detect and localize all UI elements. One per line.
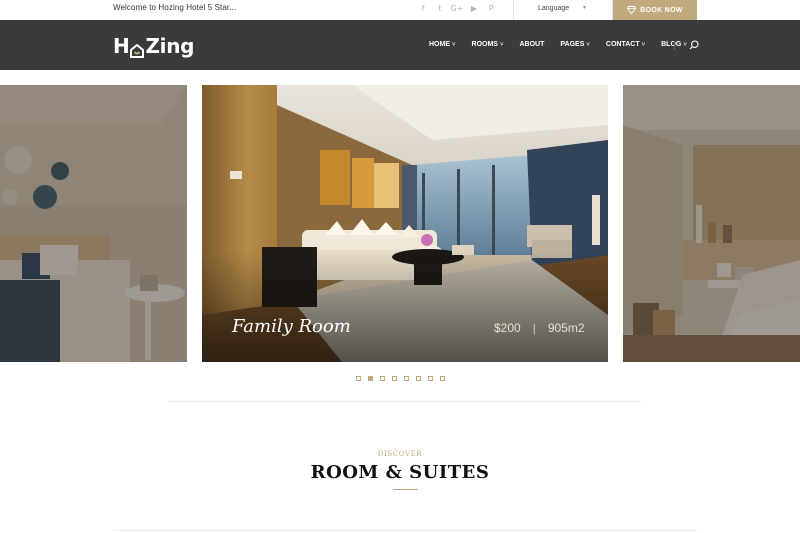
slider-pagination	[356, 376, 445, 381]
chevron-down-icon: ▾	[583, 5, 587, 11]
chevron-down-icon: ˅	[499, 42, 504, 48]
chevron-down-icon: ˅	[683, 42, 687, 48]
section-divider	[168, 401, 641, 402]
slider-dot[interactable]	[428, 376, 433, 381]
room-title[interactable]: Family Room	[232, 316, 351, 337]
room-meta: $200 | 905m2	[494, 321, 585, 335]
slider-dot[interactable]	[440, 376, 445, 381]
facebook-icon[interactable]: f	[418, 3, 428, 13]
slider-dot[interactable]	[404, 376, 409, 381]
heading-underline	[393, 489, 418, 490]
main-menu: HOME ˅ ROOMS ˅ ABOUT PAGES ˅ CONTACT ˅ BLOG ˅	[429, 41, 703, 48]
divider	[513, 0, 514, 20]
main-navbar: H Zing HOME ˅ ROOMS ˅ ABOUT PAGES ˅ CONTACT…	[0, 20, 800, 70]
logo[interactable]: H Zing	[113, 34, 194, 58]
book-now-label: BOOK NOW	[640, 6, 683, 14]
pinterest-icon[interactable]: P	[486, 3, 496, 13]
slider-dot-active[interactable]	[368, 376, 373, 381]
menu-item-about[interactable]: ABOUT	[519, 41, 544, 48]
welcome-text: Welcome to Hozing Hotel 5 Star...	[113, 3, 237, 12]
book-now-button[interactable]: BOOK NOW	[613, 0, 697, 20]
section-divider	[113, 530, 697, 531]
social-links: f t G+ ▶ P	[418, 3, 496, 13]
top-bar: Welcome to Hozing Hotel 5 Star... f t G+…	[0, 0, 800, 20]
menu-item-rooms[interactable]: ROOMS ˅	[472, 41, 504, 48]
menu-item-pages[interactable]: PAGES ˅	[560, 41, 590, 48]
youtube-icon[interactable]: ▶	[469, 3, 479, 13]
logo-text: Zing	[145, 34, 195, 58]
chevron-down-icon: ˅	[586, 42, 590, 48]
room-slide-previous[interactable]	[0, 85, 187, 362]
twitter-icon[interactable]: t	[435, 3, 445, 13]
room-slide-active[interactable]: Family Room $200 | 905m2	[202, 85, 608, 362]
room-price: $200	[494, 321, 521, 335]
menu-item-contact[interactable]: CONTACT ˅	[606, 41, 645, 48]
divider	[674, 41, 675, 50]
room-slide-next[interactable]	[623, 85, 800, 362]
room-photo	[0, 85, 187, 362]
logo-letter: H	[113, 34, 130, 58]
chevron-down-icon: ˅	[452, 42, 456, 48]
room-photo	[623, 85, 800, 362]
slider-dot[interactable]	[416, 376, 421, 381]
slider-dot[interactable]	[356, 376, 361, 381]
google-plus-icon[interactable]: G+	[451, 3, 464, 13]
diamond-icon	[627, 6, 637, 14]
slider-dot[interactable]	[392, 376, 397, 381]
house-icon	[130, 39, 145, 58]
section-eyebrow: DISCOVER	[377, 450, 423, 458]
room-size: 905m2	[547, 321, 585, 335]
meta-separator: |	[532, 321, 536, 335]
language-selector[interactable]: Language	[538, 5, 569, 12]
menu-item-home[interactable]: HOME ˅	[429, 41, 456, 48]
section-heading: ROOM & SUITES	[310, 462, 490, 483]
chevron-down-icon: ˅	[641, 42, 646, 48]
slider-dot[interactable]	[380, 376, 385, 381]
search-icon[interactable]	[689, 40, 699, 50]
